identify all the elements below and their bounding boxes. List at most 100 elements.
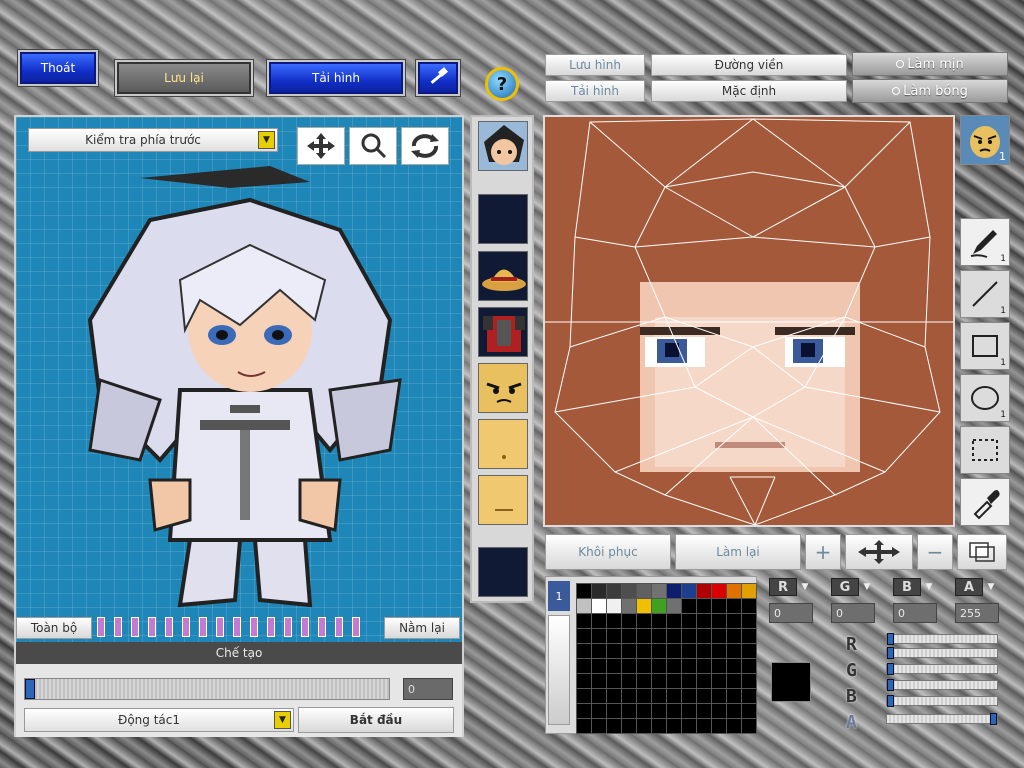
frame-tick[interactable]: [267, 617, 275, 637]
slot-face-3[interactable]: [478, 475, 528, 525]
palette-swatch[interactable]: [697, 644, 711, 658]
palette-swatch[interactable]: [652, 584, 666, 598]
palette-swatch[interactable]: [622, 659, 636, 673]
frame-tick[interactable]: [250, 617, 258, 637]
palette-tabs[interactable]: [548, 615, 570, 725]
palette-swatch[interactable]: [697, 599, 711, 613]
palette-swatch[interactable]: [577, 704, 591, 718]
palette-swatch[interactable]: [622, 674, 636, 688]
palette-swatch[interactable]: [682, 689, 696, 703]
frame-tick[interactable]: [131, 617, 139, 637]
red-slider-thumb-2[interactable]: [887, 647, 894, 659]
palette-swatch[interactable]: [577, 659, 591, 673]
palette-swatch[interactable]: [622, 704, 636, 718]
palette-swatch[interactable]: [682, 704, 696, 718]
view-dropdown[interactable]: Kiểm tra phía trước ▼: [28, 128, 278, 152]
frame-value-field[interactable]: 0: [403, 678, 453, 700]
slot-head[interactable]: [478, 121, 528, 171]
pan-button[interactable]: [845, 534, 913, 570]
palette-swatch[interactable]: [742, 584, 756, 598]
palette-swatch[interactable]: [742, 689, 756, 703]
default-button[interactable]: Mặc định: [651, 80, 847, 102]
red-slider-2[interactable]: [886, 647, 998, 659]
green-value-field[interactable]: 0: [831, 603, 875, 623]
palette-swatch[interactable]: [622, 629, 636, 643]
palette-swatch[interactable]: [667, 644, 681, 658]
palette-swatch[interactable]: [577, 644, 591, 658]
palette-swatch[interactable]: [637, 599, 651, 613]
palette-swatch[interactable]: [742, 719, 756, 733]
palette-swatch[interactable]: [607, 719, 621, 733]
palette-swatch[interactable]: [682, 584, 696, 598]
palette-swatch[interactable]: [607, 614, 621, 628]
palette-swatch[interactable]: [712, 629, 726, 643]
palette-swatch[interactable]: [697, 659, 711, 673]
palette-swatch[interactable]: [592, 584, 606, 598]
line-tool-button[interactable]: 1: [960, 270, 1010, 318]
palette-swatch[interactable]: [742, 704, 756, 718]
palette-swatch[interactable]: [637, 674, 651, 688]
palette-swatch[interactable]: [637, 704, 651, 718]
green-slider[interactable]: [886, 663, 998, 675]
slot-empty-2[interactable]: [478, 547, 528, 597]
palette-swatch[interactable]: [577, 584, 591, 598]
help-button[interactable]: ?: [485, 67, 519, 101]
frame-ticks[interactable]: [97, 617, 360, 637]
palette-swatch[interactable]: [637, 659, 651, 673]
palette-swatch[interactable]: [667, 719, 681, 733]
palette-swatch[interactable]: [727, 689, 741, 703]
palette-swatch[interactable]: [682, 644, 696, 658]
alpha-slider[interactable]: [886, 713, 998, 725]
palette-swatch[interactable]: [697, 689, 711, 703]
palette-swatch[interactable]: [607, 644, 621, 658]
palette-swatch[interactable]: [652, 689, 666, 703]
chevron-down-icon[interactable]: ▼: [860, 580, 874, 594]
palette-swatch[interactable]: [652, 629, 666, 643]
palette-swatch[interactable]: [742, 614, 756, 628]
palette-swatch[interactable]: [652, 614, 666, 628]
palette-swatch[interactable]: [607, 704, 621, 718]
palette-swatch[interactable]: [652, 599, 666, 613]
red-slider[interactable]: [886, 633, 998, 645]
palette-swatch[interactable]: [637, 644, 651, 658]
palette-swatch[interactable]: [637, 719, 651, 733]
blue-slider-thumb[interactable]: [887, 695, 894, 707]
palette-swatch[interactable]: [742, 674, 756, 688]
palette-swatch[interactable]: [577, 629, 591, 643]
restore-button[interactable]: Khôi phục: [545, 534, 671, 570]
palette-swatch[interactable]: [577, 674, 591, 688]
palette-swatch[interactable]: [637, 629, 651, 643]
palette-swatch[interactable]: [712, 659, 726, 673]
palette-swatch[interactable]: [697, 584, 711, 598]
frame-slider[interactable]: [24, 678, 390, 700]
rectangle-tool-button[interactable]: 1: [960, 322, 1010, 370]
slot-empty-1[interactable]: [478, 194, 528, 244]
eyedropper-tool-button[interactable]: [960, 478, 1010, 526]
palette-swatch[interactable]: [577, 719, 591, 733]
palette-swatch[interactable]: [697, 614, 711, 628]
palette-swatch[interactable]: [682, 629, 696, 643]
start-button[interactable]: Bắt đầu: [298, 707, 454, 733]
palette-swatch[interactable]: [622, 644, 636, 658]
slot-hat[interactable]: [478, 251, 528, 301]
palette-swatch[interactable]: [667, 704, 681, 718]
face-layer-button[interactable]: 1: [960, 115, 1010, 165]
layers-button[interactable]: [957, 534, 1007, 570]
palette-swatch[interactable]: [712, 719, 726, 733]
alpha-value-field[interactable]: 255: [955, 603, 999, 623]
palette-swatch[interactable]: [727, 659, 741, 673]
chevron-down-icon[interactable]: ▼: [922, 580, 936, 594]
frame-tick[interactable]: [199, 617, 207, 637]
palette-swatch[interactable]: [727, 719, 741, 733]
frame-tick[interactable]: [97, 617, 105, 637]
red-slider-thumb[interactable]: [887, 633, 894, 645]
palette-swatch[interactable]: [622, 689, 636, 703]
alpha-slider-thumb[interactable]: [990, 713, 997, 725]
chevron-down-icon[interactable]: ▼: [274, 711, 291, 729]
palette-swatch[interactable]: [622, 719, 636, 733]
outline-button[interactable]: Đường viền: [651, 54, 847, 76]
blue-slider[interactable]: [886, 695, 998, 707]
palette-swatch[interactable]: [637, 689, 651, 703]
palette-swatch[interactable]: [592, 599, 606, 613]
slot-armor[interactable]: [478, 307, 528, 357]
